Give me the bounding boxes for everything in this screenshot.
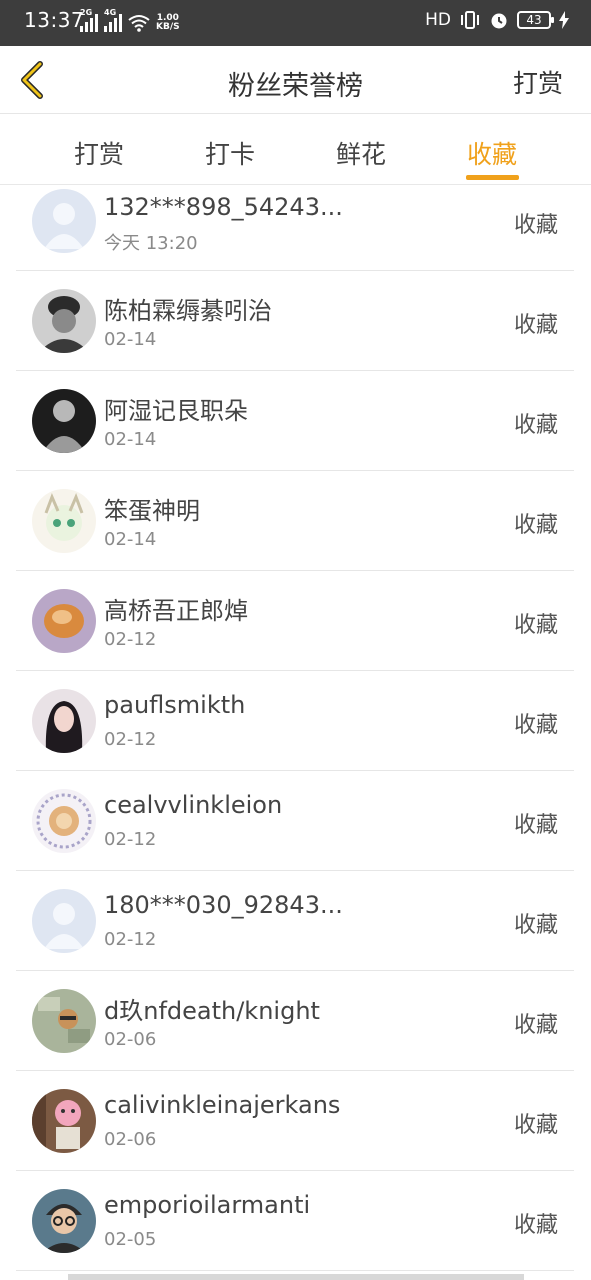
avatar (32, 589, 96, 653)
default-avatar-icon (32, 189, 96, 253)
status-left-icons: 2G 4G 1.00 KB/S (80, 8, 180, 32)
avatar (32, 789, 96, 853)
avatar (32, 689, 96, 753)
hd-indicator: HD (425, 10, 451, 30)
app-header: 粉丝荣誉榜 打赏 (0, 46, 591, 114)
list-item[interactable]: cealvvlinkleion 02-12 收藏 (16, 771, 574, 871)
action-date: 02-05 (104, 1229, 157, 1250)
list-item[interactable]: 132***898_54243... 今天 13:20 收藏 (16, 185, 574, 271)
active-tab-indicator (466, 175, 519, 180)
action-date: 02-12 (104, 729, 157, 750)
vibrate-icon (461, 11, 479, 29)
action-label: 收藏 (513, 713, 558, 738)
user-name: 笨蛋神明 (104, 497, 200, 525)
avatar (32, 289, 96, 353)
action-date: 02-06 (104, 1029, 157, 1050)
list-item[interactable]: 阿湿记艮职朵 02-14 收藏 (16, 371, 574, 471)
action-label: 收藏 (513, 413, 558, 438)
charging-icon (559, 11, 569, 29)
list-item[interactable]: d玖nfdeath/knight 02-06 收藏 (16, 971, 574, 1071)
list-item[interactable]: 笨蛋神明 02-14 收藏 (16, 471, 574, 571)
avatar (32, 1089, 96, 1153)
action-label: 收藏 (513, 913, 558, 938)
action-label: 收藏 (513, 813, 558, 838)
network-speed: 1.00 KB/S (156, 13, 180, 32)
default-avatar-icon (32, 889, 96, 953)
user-name: emporioilarmanti (104, 1191, 311, 1219)
action-date: 02-12 (104, 929, 157, 950)
avatar (32, 1189, 96, 1253)
tab-checkin[interactable]: 打卡 (190, 135, 270, 171)
page-title: 粉丝荣誉榜 (228, 71, 363, 102)
signal-2g-icon: 2G (80, 8, 98, 32)
status-right-icons: HD 43 (425, 10, 569, 30)
user-name: pauflsmikth (104, 691, 246, 719)
action-date: 今天 13:20 (104, 233, 198, 254)
list-item[interactable]: calivinkleinajerkans 02-06 收藏 (16, 1071, 574, 1171)
bottom-tab-strip (68, 1274, 524, 1280)
tab-flowers[interactable]: 鲜花 (321, 135, 401, 171)
status-time: 13:37 (24, 8, 85, 32)
list-item[interactable]: emporioilarmanti 02-05 收藏 (16, 1171, 574, 1271)
user-name: 180***030_92843... (104, 891, 343, 919)
action-label: 收藏 (513, 313, 558, 338)
user-name: calivinkleinajerkans (104, 1091, 341, 1119)
list-item[interactable]: 陈柏霖缛綦吲治 02-14 收藏 (16, 271, 574, 371)
status-bar: 13:37 2G 4G 1.00 KB/S HD 43 (0, 0, 591, 46)
action-label: 收藏 (513, 1213, 558, 1238)
action-label: 收藏 (513, 213, 558, 238)
reward-button[interactable]: 打赏 (513, 64, 563, 100)
action-label: 收藏 (513, 513, 558, 538)
wifi-icon (128, 15, 150, 32)
user-name: d玖nfdeath/knight (104, 997, 320, 1025)
action-date: 02-14 (104, 529, 157, 550)
alarm-icon (491, 13, 507, 29)
tab-favorites[interactable]: 收藏 (452, 135, 532, 171)
action-date: 02-06 (104, 1129, 157, 1150)
avatar (32, 489, 96, 553)
user-name: 阿湿记艮职朵 (104, 397, 248, 425)
action-label: 收藏 (513, 1113, 558, 1138)
list-item[interactable]: 高桥吾正郎焯 02-12 收藏 (16, 571, 574, 671)
action-label: 收藏 (513, 613, 558, 638)
user-name: 陈柏霖缛綦吲治 (104, 297, 272, 325)
action-date: 02-12 (104, 629, 157, 650)
avatar (32, 989, 96, 1053)
battery-icon: 43 (517, 11, 554, 29)
avatar (32, 389, 96, 453)
action-date: 02-14 (104, 429, 157, 450)
action-label: 收藏 (513, 1013, 558, 1038)
user-name: cealvvlinkleion (104, 791, 283, 819)
tab-reward[interactable]: 打赏 (59, 135, 139, 171)
action-date: 02-14 (104, 329, 157, 350)
user-name: 高桥吾正郎焯 (104, 597, 248, 625)
fan-list: 132***898_54243... 今天 13:20 收藏 陈柏霖缛綦吲治 0… (16, 185, 574, 1271)
user-name: 132***898_54243... (104, 193, 343, 221)
action-date: 02-12 (104, 829, 157, 850)
list-item[interactable]: pauflsmikth 02-12 收藏 (16, 671, 574, 771)
list-item[interactable]: 180***030_92843... 02-12 收藏 (16, 871, 574, 971)
signal-4g-icon: 4G (104, 8, 122, 32)
